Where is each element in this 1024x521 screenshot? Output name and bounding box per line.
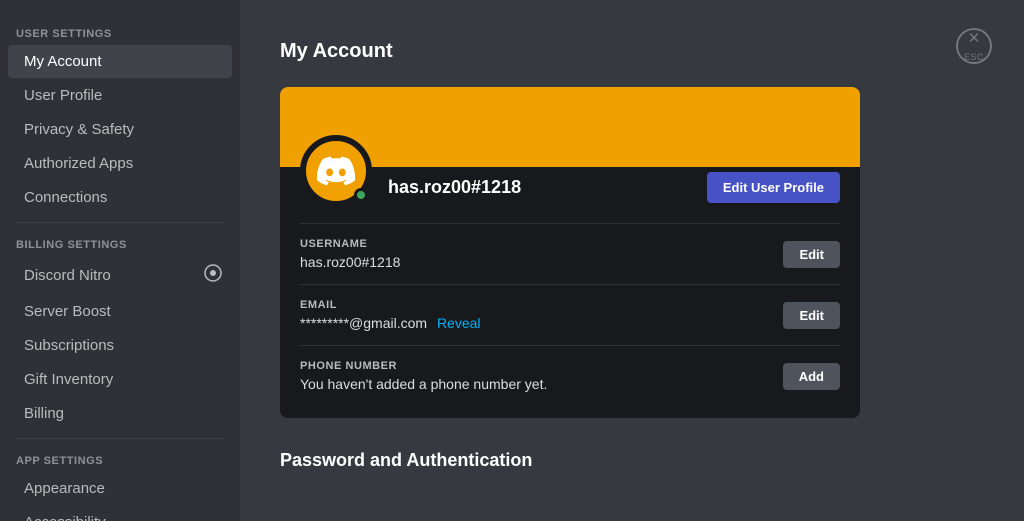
sidebar-item-label: Billing — [24, 405, 64, 422]
page-title: My Account — [280, 40, 984, 63]
email-edit-button[interactable]: Edit — [783, 302, 840, 329]
sidebar-item-authorized-apps[interactable]: Authorized Apps — [8, 147, 232, 180]
phone-add-button[interactable]: Add — [783, 363, 840, 390]
sidebar-item-label: Authorized Apps — [24, 155, 133, 172]
sidebar-item-server-boost[interactable]: Server Boost — [8, 295, 232, 328]
username-edit-button[interactable]: Edit — [783, 241, 840, 268]
username-field-row: USERNAME has.roz00#1218 Edit — [300, 223, 840, 284]
password-auth-title: Password and Authentication — [280, 450, 984, 471]
sidebar-item-connections[interactable]: Connections — [8, 181, 232, 214]
sidebar-item-gift-inventory[interactable]: Gift Inventory — [8, 363, 232, 396]
sidebar-item-user-profile[interactable]: User Profile — [8, 79, 232, 112]
sidebar-item-appearance[interactable]: Appearance — [8, 472, 232, 505]
sidebar-item-label: Appearance — [24, 480, 105, 497]
reveal-email-link[interactable]: Reveal — [437, 315, 481, 331]
sidebar-item-label: Discord Nitro — [24, 267, 111, 284]
sidebar-divider-2 — [16, 438, 224, 439]
sidebar-item-label: Server Boost — [24, 303, 111, 320]
sidebar-item-label: Privacy & Safety — [24, 121, 134, 138]
sidebar-item-billing[interactable]: Billing — [8, 397, 232, 430]
username-field-info: USERNAME has.roz00#1218 — [300, 238, 783, 270]
close-button[interactable]: ✕ ESC — [956, 28, 992, 64]
email-masked: *********@gmail.com — [300, 315, 427, 331]
account-profile-row: has.roz00#1218 Edit User Profile — [280, 167, 860, 223]
username-display: has.roz00#1218 — [388, 177, 707, 198]
edit-profile-button[interactable]: Edit User Profile — [707, 172, 840, 203]
sidebar-item-label: My Account — [24, 53, 102, 70]
email-field-row: EMAIL *********@gmail.com Reveal Edit — [300, 284, 840, 345]
email-field-label: EMAIL — [300, 299, 783, 311]
sidebar-item-label: Gift Inventory — [24, 371, 113, 388]
main-content: My Account ✕ ESC has.roz00#1218 Edit Use… — [240, 0, 1024, 521]
sidebar: USER SETTINGS My Account User Profile Pr… — [0, 0, 240, 521]
sidebar-item-label: Connections — [24, 189, 107, 206]
phone-field-info: PHONE NUMBER You haven't added a phone n… — [300, 360, 783, 392]
sidebar-divider-1 — [16, 222, 224, 223]
close-icon: ✕ — [968, 30, 981, 47]
nitro-icon — [204, 264, 222, 286]
username-field-value: has.roz00#1218 — [300, 254, 783, 270]
phone-field-value: You haven't added a phone number yet. — [300, 376, 783, 392]
email-field-info: EMAIL *********@gmail.com Reveal — [300, 299, 783, 331]
account-card: has.roz00#1218 Edit User Profile USERNAM… — [280, 87, 860, 418]
sidebar-item-label: User Profile — [24, 87, 102, 104]
user-settings-label: USER SETTINGS — [0, 20, 240, 44]
sidebar-item-accessibility[interactable]: Accessibility — [8, 506, 232, 521]
sidebar-item-label: Subscriptions — [24, 337, 114, 354]
sidebar-item-label: Accessibility — [24, 514, 106, 521]
phone-field-label: PHONE NUMBER — [300, 360, 783, 372]
sidebar-item-subscriptions[interactable]: Subscriptions — [8, 329, 232, 362]
app-settings-label: APP SETTINGS — [0, 447, 240, 471]
billing-settings-label: BILLING SETTINGS — [0, 231, 240, 255]
phone-field-row: PHONE NUMBER You haven't added a phone n… — [300, 345, 840, 406]
close-esc-label: ESC — [964, 52, 984, 62]
account-fields: USERNAME has.roz00#1218 Edit EMAIL *****… — [280, 223, 860, 418]
sidebar-item-my-account[interactable]: My Account — [8, 45, 232, 78]
username-field-label: USERNAME — [300, 238, 783, 250]
sidebar-item-discord-nitro[interactable]: Discord Nitro — [8, 256, 232, 294]
email-field-value: *********@gmail.com Reveal — [300, 315, 783, 331]
avatar-wrap — [300, 135, 372, 207]
online-status-indicator — [354, 188, 368, 202]
sidebar-item-privacy-safety[interactable]: Privacy & Safety — [8, 113, 232, 146]
